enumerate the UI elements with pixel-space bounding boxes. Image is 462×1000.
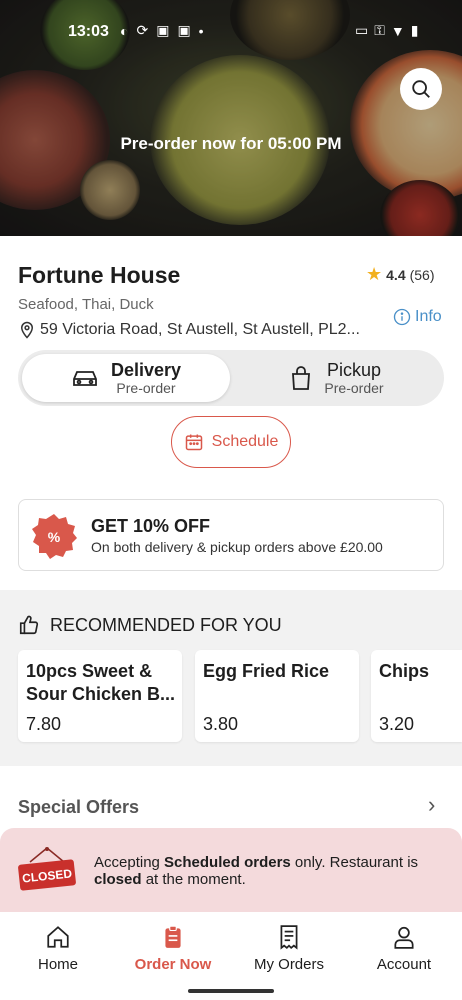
closed-banner: CLOSED Accepting Scheduled orders only. … [0,828,462,912]
nav-order-now-label: Order Now [134,956,212,973]
battery-icon: ▮ [410,22,419,38]
receipt-icon [280,925,298,950]
location-pin-icon [20,321,34,339]
search-button[interactable] [400,68,442,110]
sync-notification-icon: ⟳ [136,22,149,38]
system-icons: ▭ ⚿ ▼ ▮ [355,22,418,39]
chevron-right-icon[interactable]: › [428,792,435,818]
recommended-section: RECOMMENDED FOR YOU 10pcs Sweet & Sour C… [0,590,462,766]
nav-account[interactable]: Account [346,924,462,973]
app-notification-icon: ◐ [120,22,129,39]
android-icon: ▣ [156,22,170,38]
item-price: 3.20 [379,714,415,734]
rating-score: 4.4 [386,266,406,283]
nav-my-orders-label: My Orders [253,956,324,973]
calendar-icon [185,434,202,451]
delivery-sub: Pre-order [116,380,176,397]
shopping-bag-icon [292,366,311,390]
closed-message: Accepting Scheduled orders only. Restaur… [94,854,419,889]
key-icon: ⚿ [374,22,385,38]
address-text: 59 Victoria Road, St Austell, St Austell… [40,321,360,338]
home-icon [47,926,69,948]
car-icon [73,371,97,386]
item-price: 7.80 [26,714,62,734]
recommended-item[interactable]: 10pcs Sweet & Sour Chicken B... 7.80 [18,650,182,742]
star-icon: ★ [366,264,383,284]
recommended-item[interactable]: Chips 3.20 [371,650,462,742]
offer-card[interactable]: % GET 10% OFF On both delivery & pickup … [18,499,444,571]
svg-text:%: % [48,529,61,545]
bottom-nav: Home Order Now My Orders Account [0,912,462,1000]
nav-home-label: Home [37,956,78,973]
rating-count: (56) [409,266,435,283]
pickup-option[interactable]: Pickup Pre-order [234,354,440,402]
android-icon: ▣ [177,22,191,38]
offer-subtitle: On both delivery & pickup orders above £… [91,539,383,555]
nav-home[interactable]: Home [0,924,116,973]
info-icon [393,308,411,326]
recommended-item[interactable]: Egg Fried Rice 3.80 [195,650,359,742]
cast-icon: ▭ [355,22,369,38]
item-name: Egg Fried Rice [203,661,330,681]
recommended-header: RECOMMENDED FOR YOU [18,614,282,636]
item-name: 10pcs Sweet & Sour Chicken B... [26,661,176,704]
item-price: 3.80 [203,714,239,734]
info-label: Info [415,308,442,325]
status-time: 13:03 [68,23,109,40]
preorder-banner: Pre-order now for 05:00 PM [120,134,342,153]
offer-title: GET 10% OFF [91,516,211,536]
delivery-option[interactable]: Delivery Pre-order [22,354,230,402]
home-indicator[interactable] [188,989,274,993]
schedule-label: Schedule [211,433,279,450]
wifi-icon: ▼ [390,22,405,39]
address: 59 Victoria Road, St Austell, St Austell… [18,321,360,339]
nav-order-now[interactable]: Order Now [115,924,231,973]
item-name: Chips [379,661,430,681]
order-mode-toggle: Delivery Pre-order Pickup Pre-order [18,350,444,406]
account-icon [394,926,414,949]
notification-icons: ◐ ⟳ ▣ ▣ • [120,22,204,39]
info-link[interactable]: Info [393,308,442,326]
special-offers-heading: Special Offers [18,797,140,817]
rating: ★ 4.4 (56) [366,264,435,285]
search-icon [412,80,430,98]
schedule-button[interactable]: Schedule [171,416,291,468]
discount-badge-icon: % [32,514,77,559]
pickup-sub: Pre-order [324,380,384,397]
status-bar: 13:03 ◐ ⟳ ▣ ▣ • ▭ ⚿ ▼ ▮ [0,18,462,48]
nav-account-label: Account [376,956,432,973]
nav-my-orders[interactable]: My Orders [231,924,347,973]
thumbs-up-icon [19,615,39,635]
order-icon [165,925,181,948]
closed-sign-icon: CLOSED [18,847,76,891]
restaurant-name: Fortune House [18,262,181,288]
recommended-title: RECOMMENDED FOR YOU [50,614,282,635]
pickup-label: Pickup [326,359,381,380]
cuisine-tags: Seafood, Thai, Duck [18,296,154,313]
delivery-label: Delivery [110,359,182,380]
dot-icon: • [198,22,204,39]
